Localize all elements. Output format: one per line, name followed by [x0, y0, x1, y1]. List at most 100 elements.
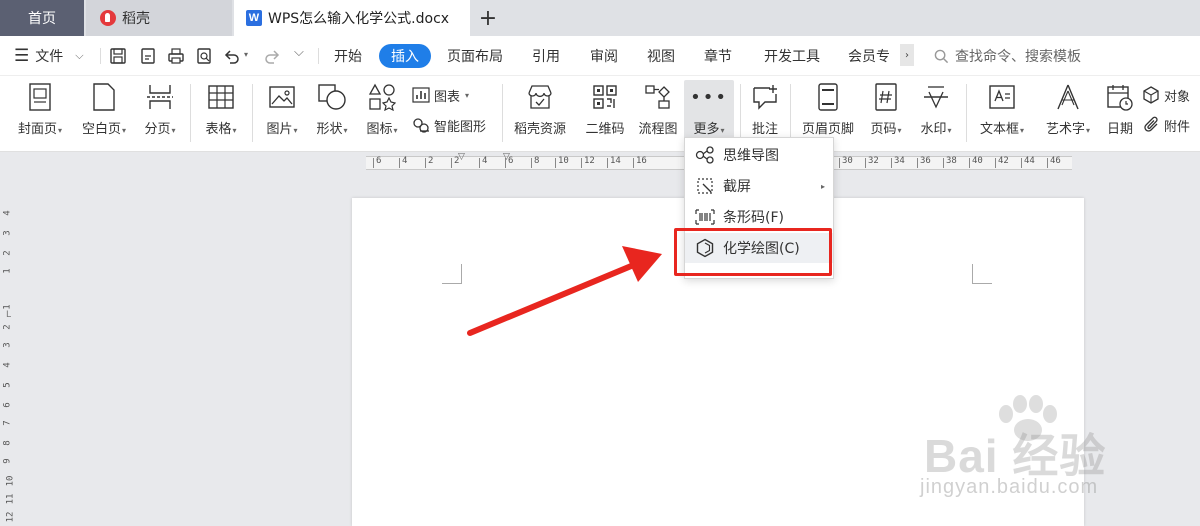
menu-item-mind-map[interactable]: 思维导图: [685, 140, 833, 170]
page-break-icon: [145, 80, 175, 114]
flowchart-button[interactable]: 流程图: [634, 80, 682, 146]
ruler-tick: [479, 158, 480, 168]
date-button[interactable]: 日期: [1102, 80, 1138, 146]
tabs-overflow-button[interactable]: ›: [900, 44, 914, 66]
shape-icon: [317, 80, 347, 114]
ruler-tick: [633, 158, 634, 168]
ruler-number: 4: [2, 210, 13, 216]
redo-icon[interactable]: [262, 46, 282, 66]
customize-toolbar-icon[interactable]: ⌵: [294, 45, 304, 60]
object-button[interactable]: 对象: [1142, 84, 1190, 106]
cover-page-button[interactable]: 封面页▾: [12, 80, 68, 146]
print-icon[interactable]: [166, 46, 186, 66]
blank-page-button[interactable]: 空白页▾: [76, 80, 132, 146]
daoke-resources-label: 稻壳资源: [513, 122, 566, 137]
ruler-tick: [995, 158, 996, 168]
ruler-number: 1: [2, 268, 13, 274]
ruler-number: 8: [534, 156, 540, 166]
page-break-button[interactable]: 分页▾: [138, 80, 182, 146]
table-button[interactable]: 表格▾: [198, 80, 244, 146]
ruler-number: 16: [636, 156, 647, 166]
wordart-label: 艺术字: [1045, 122, 1085, 137]
ruler-tick: [555, 158, 556, 168]
file-menu-button[interactable]: ☰ 文件 ⌵: [14, 44, 84, 68]
ruler-number: 14: [610, 156, 621, 166]
smart-art-button[interactable]: 智能图形: [412, 114, 486, 136]
tab-view[interactable]: 视图: [641, 44, 681, 68]
tab-developer-label: 开发工具: [764, 49, 820, 65]
undo-dropdown-icon[interactable]: ▾: [244, 50, 248, 59]
store-icon: [525, 80, 555, 114]
blank-page-label: 空白页: [81, 122, 121, 137]
qrcode-icon: [590, 80, 620, 114]
icon-library-label: 图标: [366, 122, 393, 137]
tab-developer[interactable]: 开发工具: [760, 44, 824, 68]
ruler-tick: [1047, 158, 1048, 168]
horizontal-ruler[interactable]: L 6 4 2 2 4 6 8 10 12 14 16 30 32 34 36 38 40 42 44 46 ▽ ▽: [0, 152, 1200, 320]
tab-page-layout[interactable]: 页面布局: [444, 44, 506, 68]
tab-home[interactable]: 首页: [0, 0, 84, 36]
page-number-icon: [871, 80, 901, 114]
menu-item-screenshot[interactable]: 截屏 ▸: [685, 171, 833, 201]
picture-label: 图片: [266, 122, 293, 137]
ruler-tick: [943, 158, 944, 168]
tab-section-label: 章节: [704, 49, 732, 65]
divider: [502, 84, 503, 142]
daoke-resources-button[interactable]: 稻壳资源: [508, 80, 572, 146]
command-search[interactable]: 查找命令、搜索模板: [934, 44, 1081, 68]
tab-references[interactable]: 引用: [526, 44, 566, 68]
qrcode-button[interactable]: 二维码: [580, 80, 630, 146]
left-indent-marker[interactable]: ▽: [458, 152, 465, 162]
first-line-indent-marker[interactable]: ▽: [503, 152, 510, 162]
watermark-button[interactable]: 水印▾: [914, 80, 958, 146]
ruler-tick: [865, 158, 866, 168]
ruler-number: 1: [2, 304, 13, 310]
flowchart-icon: [643, 80, 673, 114]
ruler-number: 6: [2, 402, 13, 408]
print-preview-icon[interactable]: [194, 46, 214, 66]
tab-references-label: 引用: [532, 49, 560, 65]
vertical-ruler[interactable]: 4 3 2 1 1 2 3 4 5 6 7 8 9 10 11 12: [0, 190, 20, 526]
export-pdf-icon[interactable]: [138, 46, 158, 66]
comment-icon: [750, 80, 780, 114]
tab-insert-label: 插入: [391, 49, 419, 65]
divider: [318, 48, 319, 64]
tab-member[interactable]: 会员专: [848, 44, 902, 68]
watermark-url: jingyan.baidu.com: [920, 476, 1099, 498]
divider: [190, 84, 191, 142]
qrcode-label: 二维码: [585, 122, 625, 137]
tab-section[interactable]: 章节: [698, 44, 738, 68]
screenshot-icon: [695, 176, 715, 196]
icon-library-button[interactable]: 图标▾: [360, 80, 404, 146]
ruler-number: 10: [558, 156, 569, 166]
calendar-icon: [1105, 80, 1135, 114]
tab-daoke[interactable]: 稻壳: [86, 0, 232, 36]
tab-start[interactable]: 开始: [328, 44, 368, 68]
ruler-number: 5: [2, 382, 13, 388]
tab-review[interactable]: 审阅: [584, 44, 624, 68]
chart-button[interactable]: 图表 ▾: [412, 84, 469, 106]
attachment-button[interactable]: 附件: [1142, 114, 1190, 136]
ruler-number: 10: [5, 475, 16, 487]
more-dots-icon: •••: [690, 86, 728, 108]
shape-button[interactable]: 形状▾: [310, 80, 354, 146]
ruler-number: 3: [2, 230, 13, 236]
ruler-tick: [373, 158, 374, 168]
ruler-number: 9: [2, 458, 13, 464]
ruler-tick: [917, 158, 918, 168]
wps-writer-icon: W: [246, 10, 262, 26]
hamburger-icon: ☰: [14, 46, 30, 66]
picture-icon: [267, 80, 297, 114]
undo-icon[interactable]: [222, 46, 242, 66]
picture-button[interactable]: 图片▾: [260, 80, 304, 146]
wordart-button[interactable]: 艺术字▾: [1038, 80, 1098, 146]
tab-insert[interactable]: 插入: [379, 44, 431, 68]
textbox-button[interactable]: 文本框▾: [974, 80, 1030, 146]
save-icon[interactable]: [108, 46, 128, 66]
tab-view-label: 视图: [647, 49, 675, 65]
new-tab-button[interactable]: +: [476, 0, 500, 36]
tab-document[interactable]: W WPS怎么输入化学公式.docx: [234, 0, 470, 36]
smart-art-label: 智能图形: [434, 119, 487, 135]
page-number-button[interactable]: 页码▾: [864, 80, 908, 146]
ruler-number: 40: [972, 156, 983, 166]
